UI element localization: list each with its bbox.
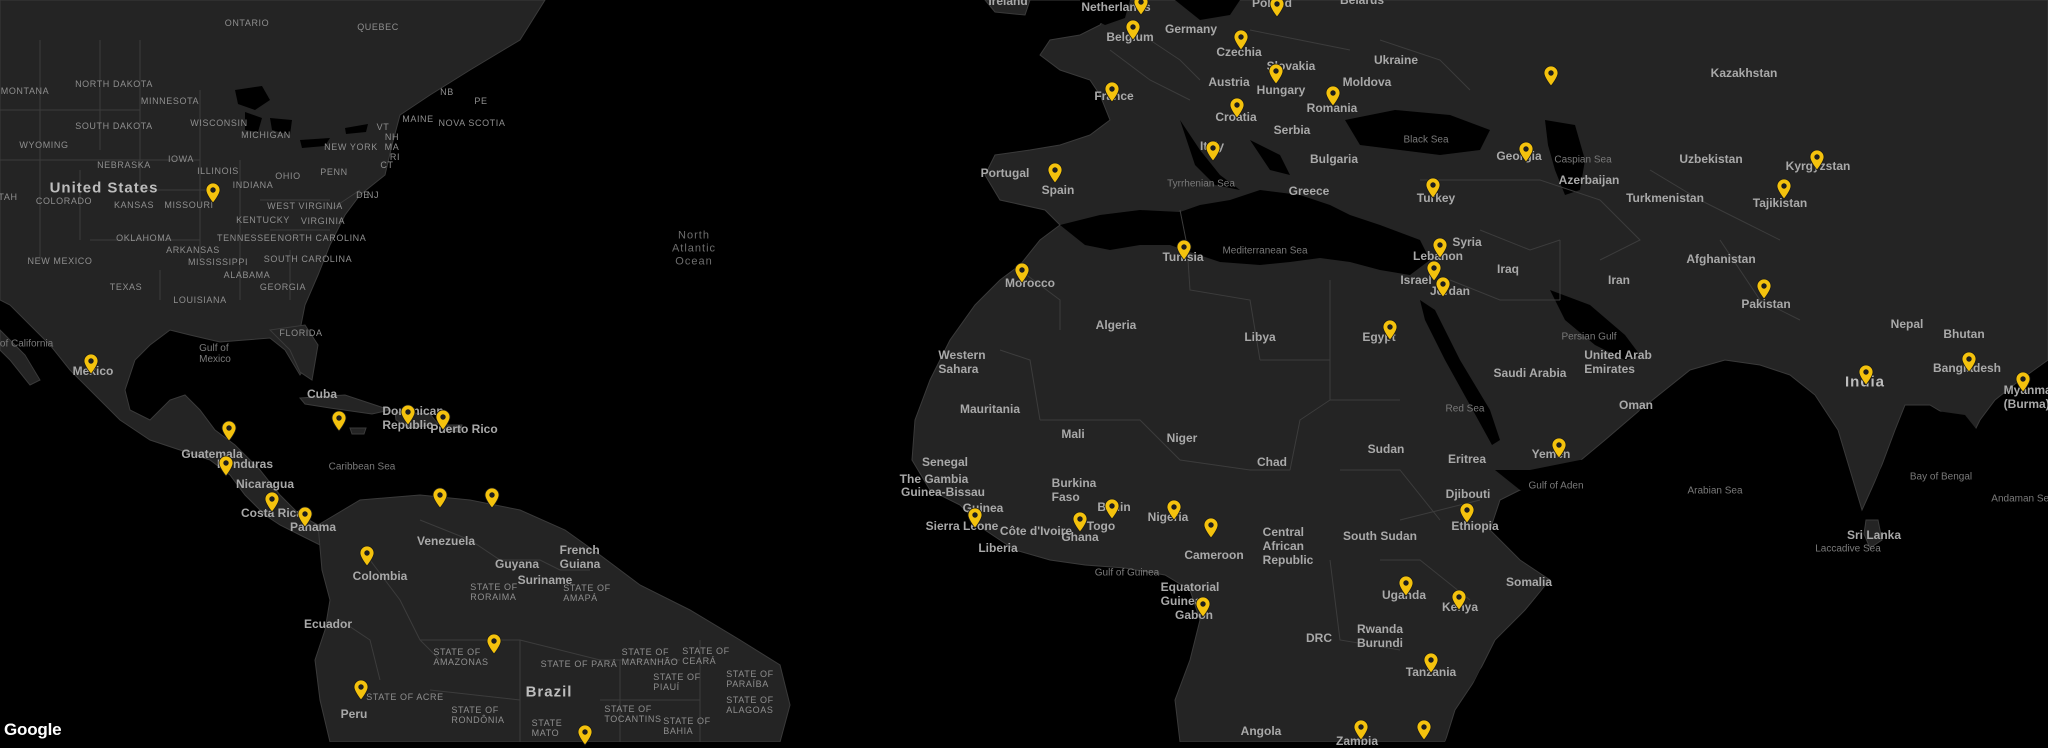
- map-pin-icon-italy[interactable]: [1205, 140, 1221, 162]
- map-pin-icon-yemen[interactable]: [1551, 437, 1567, 459]
- map-pin-icon-lebanon[interactable]: [1432, 237, 1448, 259]
- map-pin-icon-brazil-south[interactable]: [577, 724, 593, 746]
- map-pin-icon-tunisia[interactable]: [1176, 239, 1192, 261]
- map-pin-icon-croatia[interactable]: [1229, 97, 1245, 119]
- map-pin-icon-togo-benin[interactable]: [1104, 498, 1120, 520]
- map-pin-icon-panama[interactable]: [297, 506, 313, 528]
- map-pin-icon-zambia[interactable]: [1353, 719, 1369, 741]
- map-pin-icon-morocco[interactable]: [1014, 262, 1030, 284]
- map-pin-icon-ghana[interactable]: [1072, 511, 1088, 533]
- map-pin-icon-malawi[interactable]: [1416, 719, 1432, 741]
- map-pin-icon-uganda[interactable]: [1398, 575, 1414, 597]
- map-pin-icon-honduras[interactable]: [218, 455, 234, 477]
- map-pin-icon-colombia[interactable]: [359, 545, 375, 567]
- map-pin-icon-mexico[interactable]: [83, 353, 99, 375]
- map-pin-icon-india[interactable]: [1858, 364, 1874, 386]
- map-pin-icon-hungary[interactable]: [1268, 63, 1284, 85]
- map-pin-icon-cuba[interactable]: [331, 410, 347, 432]
- map-pin-icon-venezuela-east[interactable]: [484, 487, 500, 509]
- map-pin-icon-brazil-amazonas[interactable]: [486, 633, 502, 655]
- map-pin-icon-kyrgyzstan[interactable]: [1809, 149, 1825, 171]
- map-pin-icon-bangladesh[interactable]: [1961, 351, 1977, 373]
- map-pin-icon-costa-rica[interactable]: [264, 491, 280, 513]
- map-pin-icon-tanzania[interactable]: [1423, 652, 1439, 674]
- map-pin-icon-romania[interactable]: [1325, 85, 1341, 107]
- map-pin-icon-venezuela-west[interactable]: [432, 487, 448, 509]
- map-pin-icon-czechia[interactable]: [1233, 29, 1249, 51]
- map-pin-icon-dominican-republic[interactable]: [435, 409, 451, 431]
- map-pin-icon-belgium[interactable]: [1125, 19, 1141, 41]
- map-pin-icon-gabon[interactable]: [1195, 596, 1211, 618]
- map-pin-icon-turkey[interactable]: [1425, 177, 1441, 199]
- map-pin-icon-guatemala[interactable]: [221, 420, 237, 442]
- map-pin-icon-netherlands[interactable]: [1133, 0, 1149, 16]
- map-pin-icon-ethiopia[interactable]: [1459, 502, 1475, 524]
- map-pin-icon-peru[interactable]: [353, 679, 369, 701]
- map-pin-icon-haiti[interactable]: [400, 404, 416, 426]
- map-pin-icon-egypt[interactable]: [1382, 319, 1398, 341]
- google-logo: Google: [4, 720, 62, 739]
- map-pin-icon-georgia[interactable]: [1518, 141, 1534, 163]
- map-pin-icon-jordan[interactable]: [1435, 276, 1451, 298]
- map-basemap: [0, 0, 2048, 743]
- map-pin-icon-russia-volga[interactable]: [1543, 65, 1559, 87]
- map-pin-icon-myanmar[interactable]: [2015, 371, 2031, 393]
- map-canvas[interactable]: [0, 0, 2048, 743]
- map-pin-icon-tajikistan[interactable]: [1776, 178, 1792, 200]
- map-pin-icon-poland[interactable]: [1269, 0, 1285, 18]
- map-pin-icon-pakistan[interactable]: [1756, 278, 1772, 300]
- map-pin-icon-nigeria[interactable]: [1166, 499, 1182, 521]
- map-pin-icon-france[interactable]: [1104, 81, 1120, 103]
- map-pin-icon-kansas-missouri[interactable]: [205, 182, 221, 204]
- map-pin-icon-cameroon[interactable]: [1203, 517, 1219, 539]
- map-pin-icon-spain[interactable]: [1047, 162, 1063, 184]
- map-pin-icon-kenya[interactable]: [1451, 589, 1467, 611]
- map-pin-icon-sierra-leone[interactable]: [967, 507, 983, 529]
